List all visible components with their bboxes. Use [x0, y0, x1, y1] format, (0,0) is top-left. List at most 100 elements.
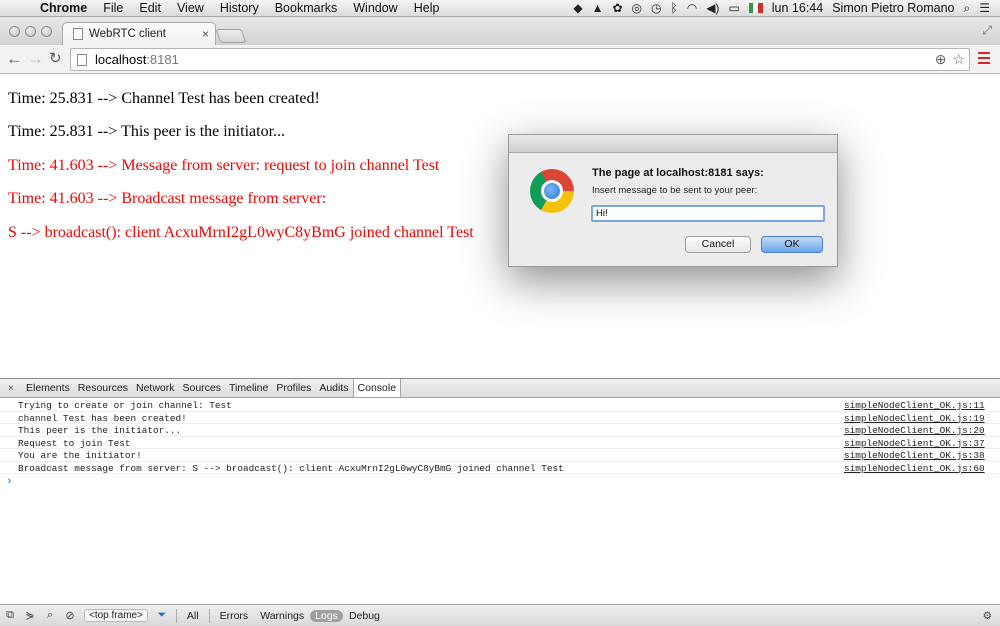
bluetooth-icon[interactable]: ᛒ — [671, 1, 678, 15]
tab-console[interactable]: Console — [352, 379, 402, 397]
notification-center-icon[interactable]: ☰ — [979, 1, 990, 15]
console-row: Request to join Test simpleNodeClient_OK.… — [0, 437, 1000, 449]
clear-console-icon[interactable]: ⊘ — [60, 609, 80, 622]
tab-resources[interactable]: Resources — [74, 382, 132, 394]
filter-logs[interactable]: Logs — [310, 609, 343, 622]
log-line: Time: 25.831 --> Channel Test has been c… — [8, 90, 320, 107]
drive-icon[interactable]: ▲ — [592, 1, 604, 15]
devtools-panel: × Elements Resources Network Sources Tim… — [0, 378, 1000, 626]
tab-audits[interactable]: Audits — [315, 382, 352, 394]
bookmark-star-icon[interactable]: ☆ — [952, 51, 965, 68]
divider — [175, 608, 177, 623]
back-arrow-icon[interactable]: ← — [6, 48, 23, 70]
dialog-message: Insert message to be sent to your peer: — [592, 185, 758, 196]
devtools-tab-bar: × Elements Resources Network Sources Tim… — [0, 379, 1000, 398]
log-line: Time: 25.831 --> This peer is the initia… — [8, 123, 286, 140]
menu-bookmarks[interactable]: Bookmarks — [267, 1, 346, 15]
dialog-text-input[interactable] — [591, 205, 825, 222]
filter-debug[interactable]: Debug — [343, 610, 386, 622]
fullscreen-icon[interactable]: ⤢ — [982, 23, 992, 38]
ok-button[interactable]: OK — [761, 236, 823, 253]
dialog-title: The page at localhost:8181 says: — [592, 167, 764, 179]
console-row: This peer is the initiator... simpleNodeC… — [0, 424, 1000, 437]
address-bar[interactable]: localhost :8181 ⊕ ☆ — [70, 48, 970, 71]
tab-network[interactable]: Network — [132, 382, 179, 394]
page-content: Time: 25.831 --> Channel Test has been c… — [0, 74, 1000, 378]
time-machine-icon[interactable]: ◷ — [651, 1, 661, 15]
tab-close-icon[interactable]: × — [202, 27, 209, 41]
sync-icon[interactable]: ◎ — [632, 1, 642, 15]
filter-icon[interactable]: ⏷ — [152, 609, 172, 622]
input-language-flag-icon[interactable] — [748, 3, 763, 13]
console-log: Trying to create or join channel: Test si… — [0, 399, 1000, 474]
console-message: Broadcast message from server: S --> bro… — [18, 462, 564, 474]
tab-elements[interactable]: Elements — [22, 382, 74, 394]
console-source-link[interactable]: simpleNodeClient_OK.js:37 — [844, 438, 985, 449]
console-message: Request to join Test — [18, 437, 131, 449]
zoom-magnifier-icon[interactable]: ⊕ — [935, 51, 947, 68]
console-row: channel Test has been created! simpleNode… — [0, 412, 1000, 424]
console-source-link[interactable]: simpleNodeClient_OK.js:60 — [844, 463, 985, 474]
page-info-icon[interactable] — [77, 53, 87, 66]
console-message: Trying to create or join channel: Test — [18, 400, 232, 411]
window-close-icon[interactable] — [9, 26, 20, 37]
show-drawer-icon[interactable]: ⋟ — [20, 609, 40, 622]
devtools-status-bar: ⧉ ⋟ ⌕ ⊘ <top frame> ⏷ All Errors Warning… — [0, 604, 1000, 626]
menu-file[interactable]: File — [95, 1, 131, 15]
tab-profiles[interactable]: Profiles — [272, 382, 315, 394]
new-tab-button[interactable] — [215, 29, 247, 43]
menu-extras: ◆ ▲ ✿ ◎ ◷ ᛒ ◠ ◀) ▭ lun 16:44 Simon Pietr… — [573, 1, 1000, 16]
menubar-clock[interactable]: lun 16:44 — [772, 1, 823, 15]
console-message: This peer is the initiator... — [18, 425, 182, 436]
macos-menu-bar: Chrome File Edit View History Bookmarks … — [0, 0, 1000, 17]
forward-arrow-icon[interactable]: → — [27, 48, 44, 70]
wifi-icon[interactable]: ◠ — [687, 1, 697, 15]
menu-edit[interactable]: Edit — [131, 1, 169, 15]
close-devtools-icon[interactable]: × — [0, 382, 22, 394]
menu-view[interactable]: View — [169, 1, 212, 15]
window-zoom-icon[interactable] — [41, 26, 52, 37]
console-source-link[interactable]: simpleNodeClient_OK.js:20 — [844, 425, 985, 436]
reload-icon[interactable]: ↻ — [49, 48, 62, 70]
divider — [208, 608, 210, 623]
menu-window[interactable]: Window — [345, 1, 405, 15]
tab-sources[interactable]: Sources — [179, 382, 226, 394]
console-source-link[interactable]: simpleNodeClient_OK.js:19 — [844, 413, 985, 424]
gear-icon[interactable]: ⚙ — [983, 610, 1000, 622]
evernote-icon[interactable]: ✿ — [612, 1, 622, 15]
filter-all[interactable]: All — [181, 610, 205, 622]
tab-timeline[interactable]: Timeline — [225, 382, 272, 394]
dropbox-icon[interactable]: ◆ — [573, 1, 582, 15]
console-source-link[interactable]: simpleNodeClient_OK.js:38 — [844, 450, 985, 461]
browser-tab-strip: WebRTC client × ⤢ — [0, 17, 1000, 45]
browser-toolbar: ← → ↻ localhost :8181 ⊕ ☆ — [0, 45, 1000, 74]
console-prompt[interactable]: › — [6, 476, 13, 488]
menubar-user[interactable]: Simon Pietro Romano — [832, 1, 954, 15]
battery-icon[interactable]: ▭ — [728, 1, 739, 15]
chrome-logo-icon — [530, 169, 574, 213]
menu-history[interactable]: History — [212, 1, 267, 15]
frame-selector[interactable]: <top frame> — [84, 609, 148, 622]
dock-side-icon[interactable]: ⧉ — [0, 609, 20, 622]
url-port: :8181 — [146, 52, 179, 67]
filter-errors[interactable]: Errors — [214, 610, 255, 622]
search-icon[interactable]: ⌕ — [40, 609, 60, 622]
prompt-dialog: The page at localhost:8181 says: Insert … — [508, 134, 838, 267]
url-host: localhost — [95, 52, 147, 67]
filter-warnings[interactable]: Warnings — [254, 610, 310, 622]
console-message: channel Test has been created! — [18, 412, 187, 424]
log-line: Time: 41.603 --> Broadcast message from … — [8, 190, 327, 207]
dialog-titlebar[interactable] — [509, 135, 837, 153]
console-message: You are the initiator! — [18, 450, 142, 461]
menu-help[interactable]: Help — [406, 1, 448, 15]
cancel-button[interactable]: Cancel — [685, 236, 751, 253]
log-line: Time: 41.603 --> Message from server: re… — [8, 157, 440, 174]
console-source-link[interactable]: simpleNodeClient_OK.js:11 — [844, 400, 985, 411]
console-row: Broadcast message from server: S --> bro… — [0, 462, 1000, 474]
chrome-menu-icon[interactable] — [978, 52, 990, 64]
volume-icon[interactable]: ◀) — [706, 1, 719, 15]
window-minimize-icon[interactable] — [25, 26, 36, 37]
menu-chrome[interactable]: Chrome — [36, 1, 95, 15]
browser-tab[interactable]: WebRTC client × — [62, 22, 216, 45]
spotlight-icon[interactable]: ⌕ — [964, 1, 971, 16]
